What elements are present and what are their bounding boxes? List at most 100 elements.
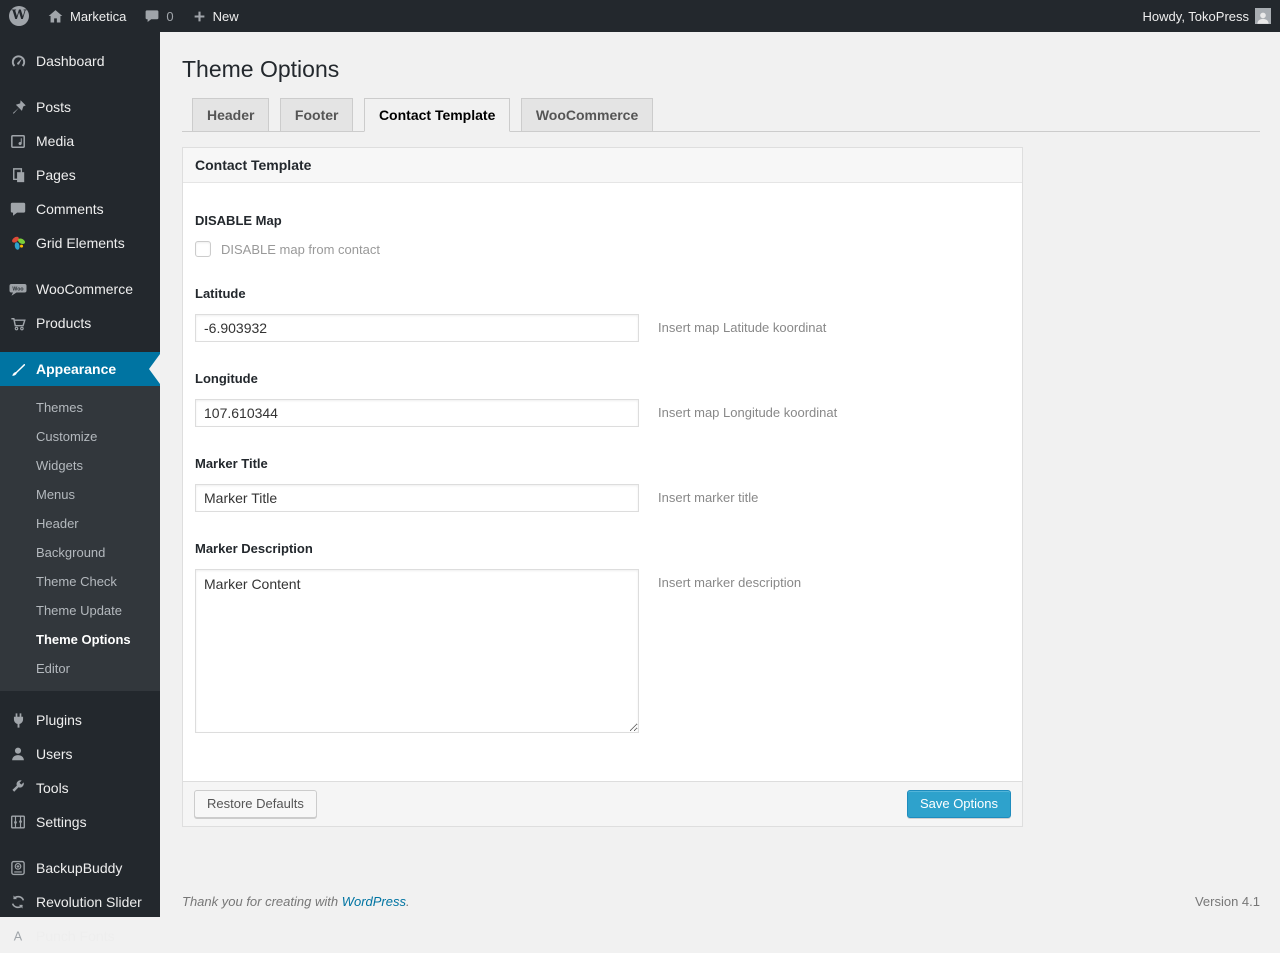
sidebar-item-woocommerce[interactable]: Woo WooCommerce <box>0 272 160 306</box>
sidebar-item-comments[interactable]: Comments <box>0 192 160 226</box>
submenu-item-theme-options[interactable]: Theme Options <box>0 625 160 654</box>
settings-icon <box>8 812 28 832</box>
sidebar-item-label: Punch Fonts <box>36 928 115 944</box>
plus-icon <box>192 9 207 24</box>
sidebar-item-appearance[interactable]: Appearance <box>0 352 160 386</box>
submenu-item-background[interactable]: Background <box>0 538 160 567</box>
submenu-item-editor[interactable]: Editor <box>0 654 160 683</box>
marker-title-hint: Insert marker title <box>658 490 759 505</box>
marker-description-field: Marker Description Marker Content Insert… <box>195 541 1010 733</box>
submenu-item-menus[interactable]: Menus <box>0 480 160 509</box>
menu-separator <box>0 260 160 272</box>
footer-thankyou-prefix: Thank you for creating with <box>182 894 342 909</box>
longitude-input[interactable] <box>195 399 639 427</box>
sidebar-item-grid-elements[interactable]: Grid Elements <box>0 226 160 260</box>
sidebar-item-products[interactable]: Products <box>0 306 160 340</box>
longitude-control-row: Insert map Longitude koordinat <box>195 399 1010 427</box>
submenu-item-theme-update[interactable]: Theme Update <box>0 596 160 625</box>
latitude-label: Latitude <box>195 286 246 301</box>
tab-footer[interactable]: Footer <box>279 98 354 132</box>
restore-defaults-button[interactable]: Restore Defaults <box>194 790 317 818</box>
sidebar-item-label: BackupBuddy <box>36 860 123 876</box>
sidebar-item-label: Appearance <box>36 361 117 377</box>
menu-separator <box>0 340 160 352</box>
svg-text:A: A <box>14 930 23 944</box>
marker-description-textarea[interactable]: Marker Content <box>195 569 639 733</box>
sidebar-item-plugins[interactable]: Plugins <box>0 703 160 737</box>
latitude-control-row: Insert map Latitude koordinat <box>195 314 1010 342</box>
sidebar-item-users[interactable]: Users <box>0 737 160 771</box>
longitude-hint: Insert map Longitude koordinat <box>658 405 838 420</box>
sidebar-item-settings[interactable]: Settings <box>0 805 160 839</box>
admin-sidebar-menu: Dashboard Posts Media Pages Comments Gri… <box>0 32 160 944</box>
disable-map-label: DISABLE Map <box>195 213 282 228</box>
svg-text:Woo: Woo <box>12 286 23 292</box>
sidebar-item-label: Users <box>36 746 73 762</box>
menu-separator <box>0 839 160 851</box>
site-name-label: Marketica <box>70 8 127 24</box>
letter-a-icon: A <box>8 926 28 946</box>
disable-map-field: DISABLE Map DISABLE map from contact <box>195 213 1010 257</box>
save-options-button[interactable]: Save Options <box>906 790 1011 818</box>
latitude-field: Latitude Insert map Latitude koordinat <box>195 286 1010 342</box>
sidebar-item-label: WooCommerce <box>36 281 133 297</box>
user-icon <box>8 744 28 764</box>
latitude-hint: Insert map Latitude koordinat <box>658 320 827 335</box>
sidebar-item-tools[interactable]: Tools <box>0 771 160 805</box>
tab-header[interactable]: Header <box>192 98 270 132</box>
account-menu[interactable]: Howdy, TokoPress <box>1134 0 1280 32</box>
nav-tab-bar: Header Footer Contact Template WooCommer… <box>182 98 1260 132</box>
marker-description-label: Marker Description <box>195 541 313 556</box>
sidebar-item-backupbuddy[interactable]: BackupBuddy <box>0 851 160 885</box>
wrench-icon <box>8 778 28 798</box>
current-menu-arrow <box>149 354 160 384</box>
pushpin-icon <box>8 97 28 117</box>
media-icon <box>8 131 28 151</box>
sidebar-item-label: Settings <box>36 814 87 830</box>
new-content-item[interactable]: New <box>183 0 248 32</box>
submenu-item-theme-check[interactable]: Theme Check <box>0 567 160 596</box>
main-content: Theme Options Header Footer Contact Temp… <box>160 32 1280 917</box>
footer-thankyou: Thank you for creating with WordPress. <box>182 894 410 909</box>
latitude-input[interactable] <box>195 314 639 342</box>
longitude-field: Longitude Insert map Longitude koordinat <box>195 371 1010 427</box>
wordpress-menu-item[interactable]: W <box>0 0 38 32</box>
sidebar-item-punch-fonts[interactable]: A Punch Fonts <box>0 919 160 953</box>
sidebar-item-dashboard[interactable]: Dashboard <box>0 44 160 78</box>
submenu-item-themes[interactable]: Themes <box>0 393 160 422</box>
marker-description-hint: Insert marker description <box>658 575 802 590</box>
site-name-item[interactable]: Marketica <box>38 0 135 32</box>
tab-contact-template[interactable]: Contact Template <box>363 98 511 132</box>
submenu-item-header[interactable]: Header <box>0 509 160 538</box>
page-title: Theme Options <box>182 56 340 82</box>
paintbrush-icon <box>8 359 28 379</box>
admin-bar: W Marketica 0 New Howdy, TokoPress <box>0 0 1280 32</box>
admin-bar-right: Howdy, TokoPress <box>1134 0 1280 32</box>
sidebar-item-label: Pages <box>36 167 76 183</box>
sidebar-item-media[interactable]: Media <box>0 124 160 158</box>
sidebar-item-pages[interactable]: Pages <box>0 158 160 192</box>
menu-separator <box>0 78 160 90</box>
submenu-item-customize[interactable]: Customize <box>0 422 160 451</box>
wordpress-link[interactable]: WordPress <box>342 894 406 909</box>
tab-woocommerce[interactable]: WooCommerce <box>520 98 654 132</box>
backupbuddy-icon <box>8 858 28 878</box>
sidebar-item-label: Products <box>36 315 92 331</box>
submenu-item-widgets[interactable]: Widgets <box>0 451 160 480</box>
dashboard-icon <box>8 51 28 71</box>
pages-icon <box>8 165 28 185</box>
new-label: New <box>212 8 239 24</box>
panel-footer: Restore Defaults Save Options <box>183 781 1022 826</box>
sidebar-item-revolution-slider[interactable]: Revolution Slider <box>0 885 160 919</box>
marker-title-control-row: Insert marker title <box>195 484 1010 512</box>
avatar <box>1255 8 1271 24</box>
marker-title-input[interactable] <box>195 484 639 512</box>
sidebar-item-label: Dashboard <box>36 53 105 69</box>
sidebar-item-label: Tools <box>36 780 69 796</box>
version-label: Version 4.1 <box>1194 894 1260 909</box>
comments-bubble-item[interactable]: 0 <box>135 0 182 32</box>
contact-template-panel: Contact Template DISABLE Map DISABLE map… <box>182 147 1023 827</box>
sidebar-item-label: Comments <box>36 201 104 217</box>
disable-map-checkbox[interactable] <box>195 241 211 257</box>
sidebar-item-posts[interactable]: Posts <box>0 90 160 124</box>
